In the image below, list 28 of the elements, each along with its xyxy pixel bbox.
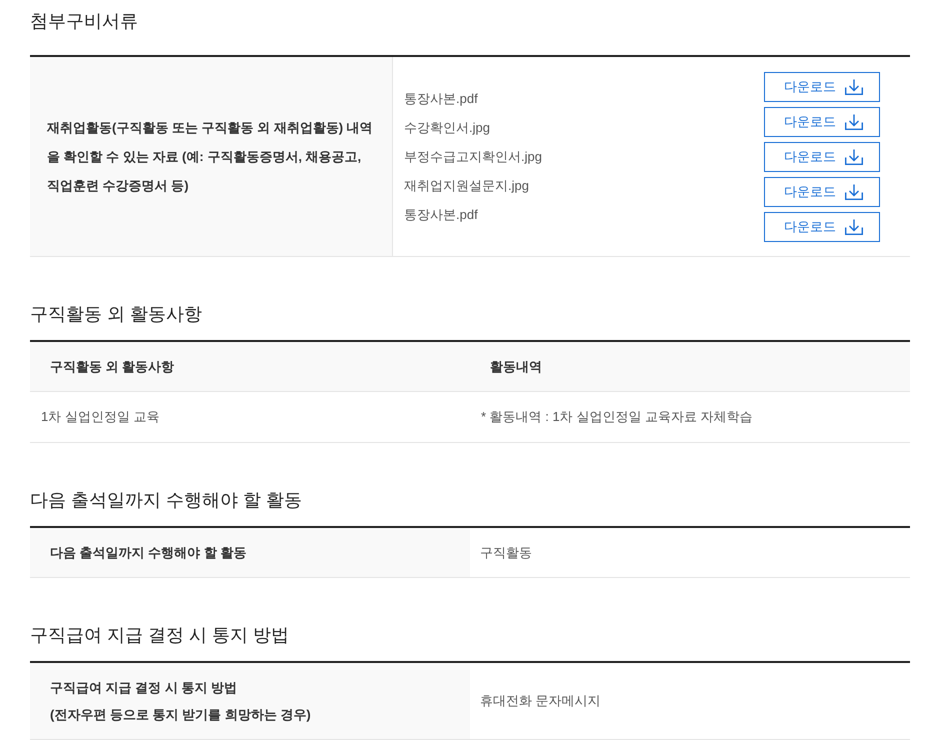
download-button[interactable]: 다운로드 (764, 176, 880, 206)
label-cell: 다음 출석일까지 수행해야 할 활동 (30, 528, 470, 577)
download-icon (845, 218, 863, 234)
download-icon (845, 184, 863, 200)
field-value: 구직활동 (480, 544, 532, 562)
download-icon (845, 78, 863, 94)
download-icon (845, 148, 863, 164)
file-name: 부정수급고지확인서.jpg (404, 148, 542, 166)
file-name: 수강확인서.jpg (404, 119, 491, 137)
section-title: 구직활동 외 활동사항 (30, 303, 204, 326)
column-header: 구직활동 외 활동사항 (30, 342, 470, 391)
section-title: 첨부구비서류 (30, 10, 139, 33)
field-value: 휴대전화 문자메시지 (480, 692, 601, 710)
file-name: 통장사본.pdf (404, 206, 479, 224)
file-name: 재취업지원설문지.jpg (404, 177, 530, 195)
download-button[interactable]: 다운로드 (764, 72, 880, 102)
file-name: 통장사본.pdf (404, 90, 479, 108)
table-cell-text: 1차 실업인정일 교육 (41, 408, 160, 426)
section-title: 구직급여 지급 결정 시 통지 방법 (30, 624, 290, 647)
section-title: 다음 출석일까지 수행해야 할 활동 (30, 489, 304, 512)
label-cell: 재취업활동(구직활동 또는 구직활동 외 재취업활동) 내역을 확인할 수 있는 자료 (예: 구직활동증명서, 채용공고, 직업훈련 수강증명서 등) (30, 57, 392, 256)
download-button[interactable]: 다운로드 (764, 142, 880, 172)
column-header: 활동내역 (470, 342, 910, 391)
download-button[interactable]: 다운로드 (764, 212, 880, 242)
table-cell-text: * 활동내역 : 1차 실업인정일 교육자료 자체학습 (481, 408, 753, 426)
download-icon (845, 114, 863, 130)
download-button[interactable]: 다운로드 (764, 106, 880, 136)
label-cell: 구직급여 지급 결정 시 통지 방법 (전자우편 등으로 통지 받기를 희망하는 경우) (30, 663, 470, 739)
